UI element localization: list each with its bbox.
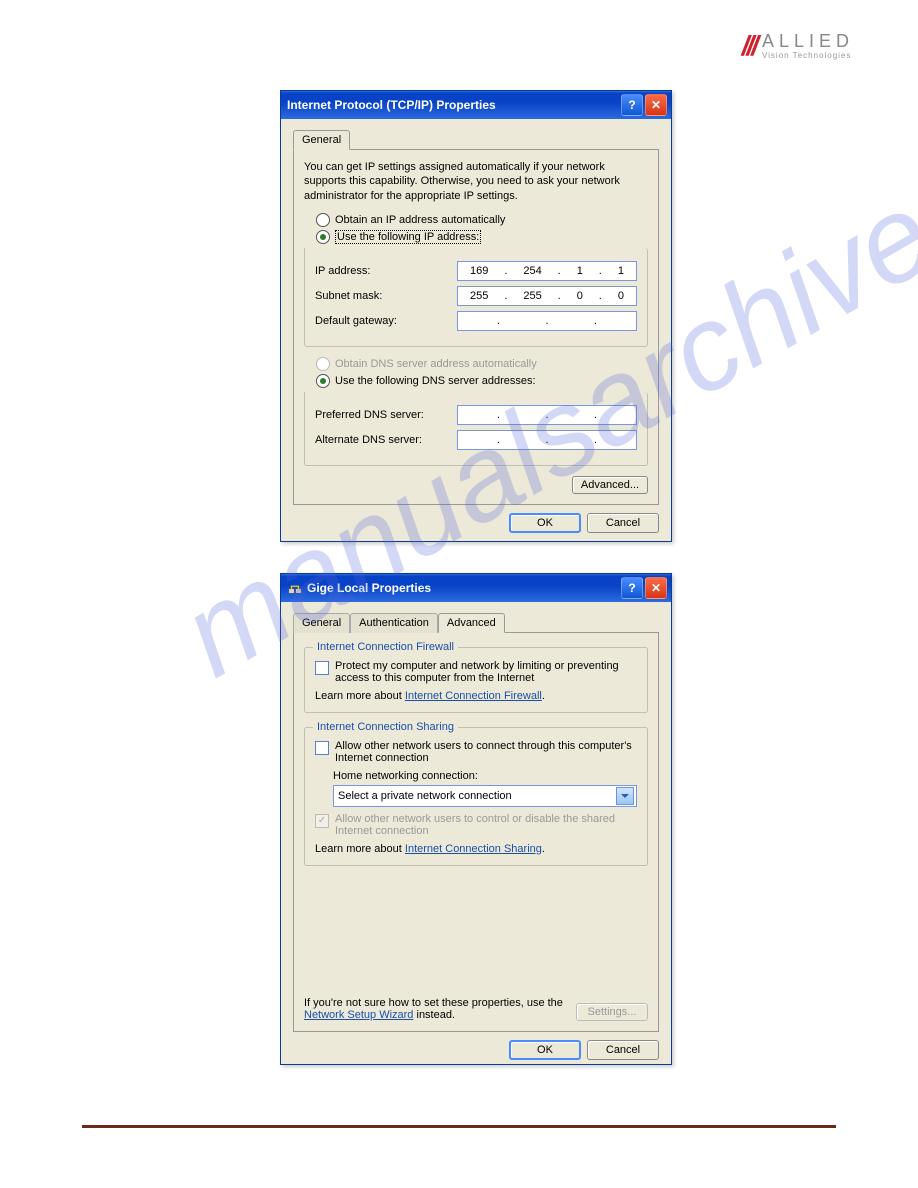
gige-local-properties-dialog: Gige Local Properties ? ✕ General Authen… xyxy=(280,573,672,1065)
radio-obtain-dns: Obtain DNS server address automatically xyxy=(316,357,648,371)
close-button[interactable]: ✕ xyxy=(645,94,667,116)
radio-use-dns[interactable]: Use the following DNS server addresses: xyxy=(316,374,648,388)
footer-rule xyxy=(82,1125,836,1128)
checkbox-label: Protect my computer and network by limit… xyxy=(335,660,637,684)
radio-icon xyxy=(316,213,330,227)
alternate-dns-input[interactable]: . . . xyxy=(457,430,637,450)
sharing-group-title: Internet Connection Sharing xyxy=(313,721,458,733)
description-text: You can get IP settings assigned automat… xyxy=(304,160,648,203)
checkbox-label: Allow other network users to connect thr… xyxy=(335,740,637,764)
radio-icon xyxy=(316,374,330,388)
period: . xyxy=(542,690,545,702)
ip-octet: 0 xyxy=(618,290,624,302)
learn-more-prefix: Learn more about xyxy=(315,843,405,855)
period: . xyxy=(542,843,545,855)
alternate-dns-label: Alternate DNS server: xyxy=(315,434,457,446)
tab-general[interactable]: General xyxy=(293,613,350,633)
titlebar: Gige Local Properties ? ✕ xyxy=(281,574,671,602)
ip-address-input[interactable]: 169. 254. 1. 1 xyxy=(457,261,637,281)
sharing-link[interactable]: Internet Connection Sharing xyxy=(405,843,542,855)
radio-label: Obtain DNS server address automatically xyxy=(335,358,537,370)
sharing-checkbox-row[interactable]: Allow other network users to connect thr… xyxy=(315,740,637,764)
tcpip-properties-dialog: Internet Protocol (TCP/IP) Properties ? … xyxy=(280,90,672,542)
radio-obtain-ip[interactable]: Obtain an IP address automatically xyxy=(316,213,648,227)
cancel-button[interactable]: Cancel xyxy=(587,513,659,533)
radio-label: Obtain an IP address automatically xyxy=(335,214,505,226)
logo-slashes-icon: /// xyxy=(742,30,756,62)
checkbox-icon xyxy=(315,814,329,828)
dialog-title: Internet Protocol (TCP/IP) Properties xyxy=(287,98,621,112)
preferred-dns-input[interactable]: . . . xyxy=(457,405,637,425)
ip-octet: 1 xyxy=(618,265,624,277)
firewall-link[interactable]: Internet Connection Firewall xyxy=(405,690,542,702)
help-button[interactable]: ? xyxy=(621,94,643,116)
footer-help-text: If you're not sure how to set these prop… xyxy=(304,997,568,1021)
checkbox-icon xyxy=(315,661,329,675)
footer-prefix: If you're not sure how to set these prop… xyxy=(304,997,563,1009)
select-value: Select a private network connection xyxy=(338,790,616,802)
checkbox-label: Allow other network users to control or … xyxy=(335,813,637,837)
ip-octet: 1 xyxy=(577,265,583,277)
ok-button[interactable]: OK xyxy=(509,1040,581,1060)
ip-octet: 169 xyxy=(470,265,488,277)
help-button[interactable]: ? xyxy=(621,577,643,599)
default-gateway-input[interactable]: . . . xyxy=(457,311,637,331)
preferred-dns-label: Preferred DNS server: xyxy=(315,409,457,421)
advanced-button[interactable]: Advanced... xyxy=(572,476,648,494)
chevron-down-icon xyxy=(616,787,634,805)
radio-icon xyxy=(316,357,330,371)
wizard-link[interactable]: Network Setup Wizard xyxy=(304,1009,413,1021)
radio-icon xyxy=(316,230,330,244)
learn-more-prefix: Learn more about xyxy=(315,690,405,702)
firewall-checkbox-row[interactable]: Protect my computer and network by limit… xyxy=(315,660,637,684)
subnet-mask-input[interactable]: 255. 255. 0. 0 xyxy=(457,286,637,306)
default-gateway-label: Default gateway: xyxy=(315,315,457,327)
home-networking-label: Home networking connection: xyxy=(333,770,637,782)
ip-octet: 0 xyxy=(577,290,583,302)
dialog-title: Gige Local Properties xyxy=(307,581,621,595)
settings-button: Settings... xyxy=(576,1003,648,1021)
firewall-learn-more: Learn more about Internet Connection Fir… xyxy=(315,690,637,702)
firewall-group: Internet Connection Firewall Protect my … xyxy=(304,647,648,713)
logo-tagline: Vision Technologies xyxy=(762,52,854,60)
checkbox-icon xyxy=(315,741,329,755)
tab-general[interactable]: General xyxy=(293,130,350,150)
subnet-mask-label: Subnet mask: xyxy=(315,290,457,302)
radio-label: Use the following DNS server addresses: xyxy=(335,375,536,387)
cancel-button[interactable]: Cancel xyxy=(587,1040,659,1060)
network-icon xyxy=(287,580,303,596)
home-networking-select[interactable]: Select a private network connection xyxy=(333,785,637,807)
footer-suffix: instead. xyxy=(413,1009,455,1021)
logo-brand: ALLIED xyxy=(762,32,854,50)
ip-octet: 254 xyxy=(523,265,541,277)
sharing-group: Internet Connection Sharing Allow other … xyxy=(304,727,648,866)
radio-use-ip[interactable]: Use the following IP address: xyxy=(316,230,648,244)
ip-address-label: IP address: xyxy=(315,265,457,277)
titlebar: Internet Protocol (TCP/IP) Properties ? … xyxy=(281,91,671,119)
close-button[interactable]: ✕ xyxy=(645,577,667,599)
ok-button[interactable]: OK xyxy=(509,513,581,533)
tab-authentication[interactable]: Authentication xyxy=(350,613,438,633)
control-checkbox-row: Allow other network users to control or … xyxy=(315,813,637,837)
ip-octet: 255 xyxy=(470,290,488,302)
tab-advanced[interactable]: Advanced xyxy=(438,613,505,633)
brand-logo: /// ALLIED Vision Technologies xyxy=(742,30,854,62)
sharing-learn-more: Learn more about Internet Connection Sha… xyxy=(315,843,637,855)
ip-octet: 255 xyxy=(523,290,541,302)
firewall-group-title: Internet Connection Firewall xyxy=(313,641,458,653)
radio-label: Use the following IP address: xyxy=(335,230,481,244)
